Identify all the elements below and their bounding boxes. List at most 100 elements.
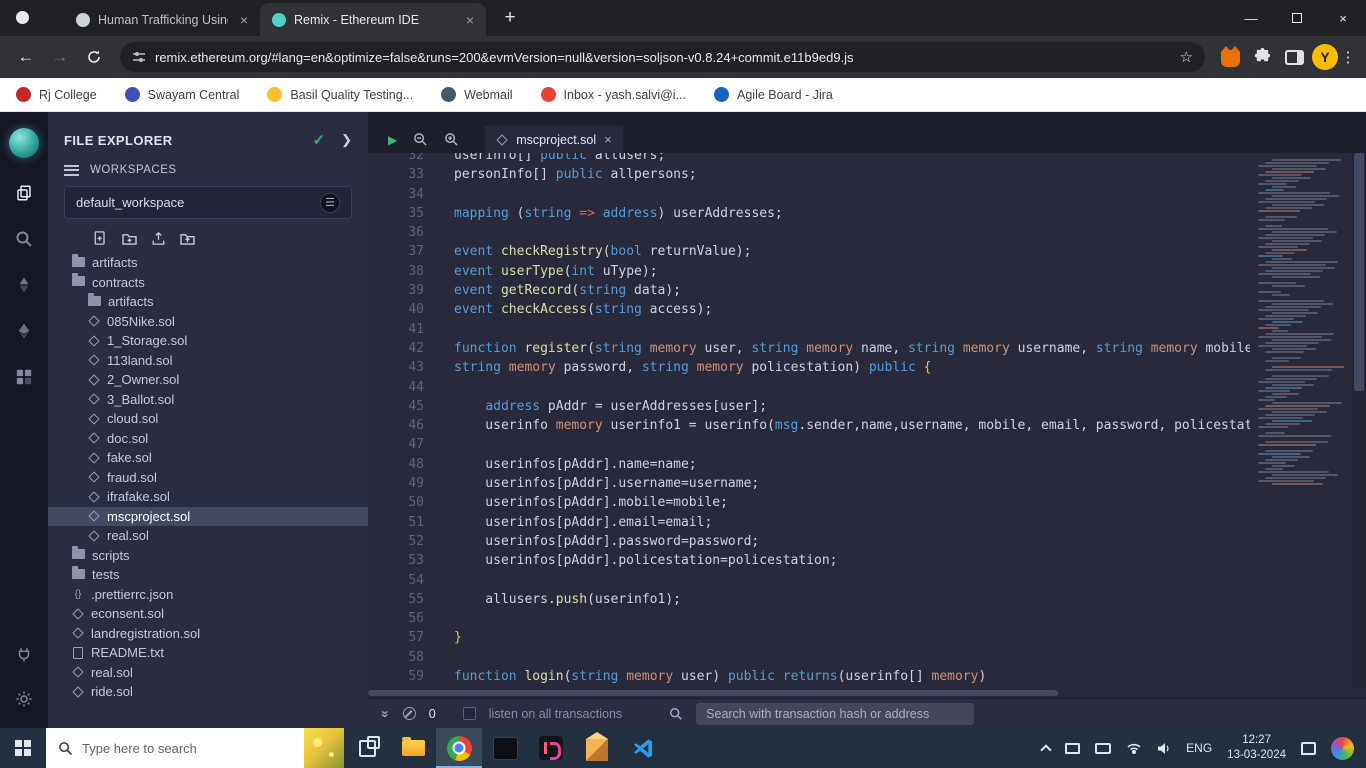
workspaces-menu-icon[interactable] (64, 165, 79, 176)
tree-item-2-owner-sol[interactable]: 2_Owner.sol (48, 370, 368, 390)
new-file-icon[interactable] (94, 231, 107, 245)
tune-icon[interactable] (132, 50, 146, 64)
dark-app[interactable] (482, 728, 528, 768)
tree-item-tests[interactable]: tests (48, 565, 368, 585)
tree-item-real-sol[interactable]: real.sol (48, 663, 368, 683)
forward-button[interactable]: → (44, 41, 76, 73)
side-panel-icon[interactable] (1285, 50, 1304, 65)
task-view-button[interactable] (344, 728, 390, 768)
vertical-scrollbar[interactable] (1352, 153, 1366, 688)
code-area[interactable]: 32userinfo[] public allusers;33personInf… (368, 153, 1352, 688)
cube-app[interactable] (574, 728, 620, 768)
profile-avatar[interactable]: Y (1312, 44, 1338, 70)
monitor-icon[interactable] (1065, 743, 1080, 754)
tree-item-artifacts[interactable]: artifacts (48, 253, 368, 273)
bookmark-item[interactable]: Inbox - yash.salvi@i... (541, 87, 686, 102)
tree-item-1-storage-sol[interactable]: 1_Storage.sol (48, 331, 368, 351)
tree-item-3-ballot-sol[interactable]: 3_Ballot.sol (48, 390, 368, 410)
extensions-puzzle-icon[interactable] (1253, 48, 1272, 67)
editor-tab-mscproject[interactable]: mscproject.sol × (485, 126, 622, 153)
horizontal-scrollbar[interactable] (368, 688, 1250, 698)
tree-item-085nike-sol[interactable]: 085Nike.sol (48, 312, 368, 332)
tree-item-cloud-sol[interactable]: cloud.sol (48, 409, 368, 429)
file-explorer-app[interactable] (390, 728, 436, 768)
chevron-right-icon[interactable]: ❯ (341, 132, 352, 148)
reload-button[interactable] (78, 41, 110, 73)
url-text[interactable]: remix.ethereum.org/#lang=en&optimize=fal… (155, 50, 1171, 65)
tree-item-real-sol[interactable]: real.sol (48, 526, 368, 546)
close-button[interactable]: × (1320, 0, 1366, 36)
tab-remix-ide[interactable]: Remix - Ethereum IDE × (260, 3, 486, 36)
new-tab-button[interactable]: + (496, 4, 524, 32)
tree-item-ride-sol[interactable]: ride.sol (48, 682, 368, 702)
chrome-app[interactable] (436, 728, 482, 768)
maximize-button[interactable] (1274, 0, 1320, 36)
tree-item-113land-sol[interactable]: 113land.sol (48, 351, 368, 371)
settings-gear-icon[interactable] (13, 688, 35, 710)
upload-file-icon[interactable] (152, 231, 165, 245)
tab-close-icon[interactable]: × (462, 12, 478, 28)
search-widget-tile[interactable] (304, 728, 344, 768)
deploy-run-icon[interactable] (13, 320, 35, 342)
tree-item-scripts[interactable]: scripts (48, 546, 368, 566)
tree-item-readme-txt[interactable]: README.txt (48, 643, 368, 663)
browser-menu-icon[interactable]: ⋮ (1340, 48, 1356, 66)
bookmark-item[interactable]: Rj College (16, 87, 97, 102)
remix-logo[interactable] (9, 128, 39, 158)
bookmark-item[interactable]: Swayam Central (125, 87, 240, 102)
bookmark-item[interactable]: Basil Quality Testing... (267, 87, 413, 102)
plugin-icon[interactable] (13, 366, 35, 388)
tree-item-contracts[interactable]: contracts (48, 273, 368, 293)
address-bar[interactable]: remix.ethereum.org/#lang=en&optimize=fal… (120, 42, 1205, 72)
line-number: 58 (368, 648, 454, 667)
bookmark-item[interactable]: Agile Board - Jira (714, 87, 833, 102)
fox-extension-icon[interactable] (1221, 50, 1240, 67)
action-center-icon[interactable] (1301, 742, 1316, 755)
listen-transactions-checkbox[interactable] (463, 707, 476, 720)
solidity-compiler-icon[interactable] (13, 274, 35, 296)
expand-terminal-icon[interactable]: » (378, 710, 394, 718)
tree-item-mscproject-sol[interactable]: mscproject.sol (48, 507, 368, 527)
block-transactions-icon[interactable] (403, 707, 416, 720)
zoom-in-icon[interactable] (444, 132, 459, 147)
workspace-select[interactable]: default_workspace ☰ (64, 186, 352, 219)
zoom-out-icon[interactable] (413, 132, 428, 147)
back-button[interactable]: ← (10, 41, 42, 73)
new-folder-icon[interactable] (122, 232, 137, 245)
tree-item--prettierrc-json[interactable]: {}.prettierrc.json (48, 585, 368, 605)
tree-item-artifacts[interactable]: artifacts (48, 292, 368, 312)
bookmark-item[interactable]: Webmail (441, 87, 512, 102)
clock[interactable]: 12:27 13-03-2024 (1227, 733, 1286, 763)
tab-close-icon[interactable]: × (236, 12, 252, 28)
tray-chevron-up-icon[interactable] (1040, 744, 1051, 755)
vscode-app[interactable] (620, 728, 666, 768)
tree-item-fake-sol[interactable]: fake.sol (48, 448, 368, 468)
plugin-manager-icon[interactable] (13, 644, 35, 666)
taskbar-search[interactable]: Type here to search (46, 728, 344, 768)
start-button[interactable] (0, 728, 46, 768)
search-icon[interactable] (13, 228, 35, 250)
vertical-scrollbar-thumb[interactable] (1354, 153, 1364, 391)
tree-item-landregistration-sol[interactable]: landregistration.sol (48, 624, 368, 644)
bookmark-star-icon[interactable]: ☆ (1180, 48, 1193, 66)
minimap[interactable] (1250, 153, 1352, 688)
tree-item-econsent-sol[interactable]: econsent.sol (48, 604, 368, 624)
tree-item-doc-sol[interactable]: doc.sol (48, 429, 368, 449)
color-wheel-icon[interactable] (1331, 737, 1354, 760)
run-play-icon[interactable]: ▶ (388, 133, 397, 147)
minimize-button[interactable]: — (1228, 0, 1274, 36)
terminal-search-input[interactable] (696, 703, 974, 725)
tab-human-trafficking[interactable]: Human Trafficking Using Face R × (64, 3, 260, 36)
workspace-options-button[interactable]: ☰ (320, 193, 340, 213)
file-explorer-icon[interactable] (13, 182, 35, 204)
pink-letters-app[interactable] (528, 728, 574, 768)
wifi-icon[interactable] (1126, 742, 1142, 754)
horizontal-scrollbar-thumb[interactable] (368, 690, 1058, 696)
tree-item-ifrafake-sol[interactable]: ifrafake.sol (48, 487, 368, 507)
volume-icon[interactable] (1157, 742, 1171, 755)
language-indicator[interactable]: ENG (1186, 741, 1212, 755)
upload-folder-icon[interactable] (180, 232, 195, 245)
tree-item-fraud-sol[interactable]: fraud.sol (48, 468, 368, 488)
keyboard-icon[interactable] (1095, 743, 1111, 754)
editor-tab-close-icon[interactable]: × (604, 132, 612, 147)
